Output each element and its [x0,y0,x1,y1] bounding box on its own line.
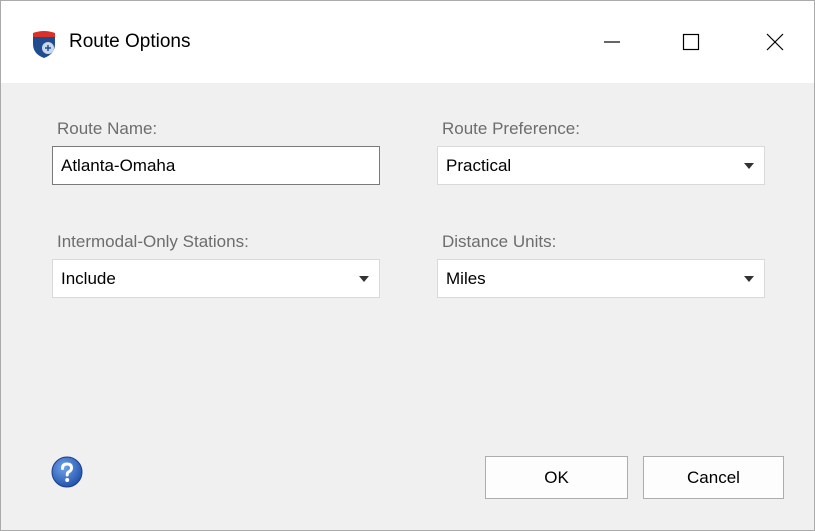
route-options-dialog: Route Options Route Name: Route Preferen… [0,0,815,531]
distance-units-value: Miles [446,269,486,288]
minimize-icon [604,41,620,43]
distance-units-label: Distance Units: [442,232,557,251]
title-bar[interactable]: Route Options [1,1,814,83]
window-title: Route Options [69,31,191,52]
chevron-down-icon [359,276,369,282]
close-button[interactable] [752,19,798,65]
chevron-down-icon [744,163,754,169]
route-preference-select[interactable]: Practical [437,146,765,185]
route-shield-icon [33,31,55,58]
distance-units-select[interactable]: Miles [437,259,765,298]
close-icon [766,33,784,51]
intermodal-only-stations-select[interactable]: Include [52,259,380,298]
route-preference-label: Route Preference: [442,119,580,138]
maximize-icon [682,33,700,51]
route-name-label: Route Name: [57,119,158,138]
route-preference-value: Practical [446,156,512,175]
chevron-down-icon [744,276,754,282]
minimize-button[interactable] [589,19,635,65]
ok-button[interactable]: OK [485,456,628,499]
maximize-button[interactable] [668,19,714,65]
cancel-button[interactable]: Cancel [643,456,784,499]
intermodal-only-stations-label: Intermodal-Only Stations: [57,232,249,251]
intermodal-only-stations-value: Include [61,269,116,288]
help-icon[interactable] [51,456,83,488]
route-name-input[interactable] [52,146,380,185]
